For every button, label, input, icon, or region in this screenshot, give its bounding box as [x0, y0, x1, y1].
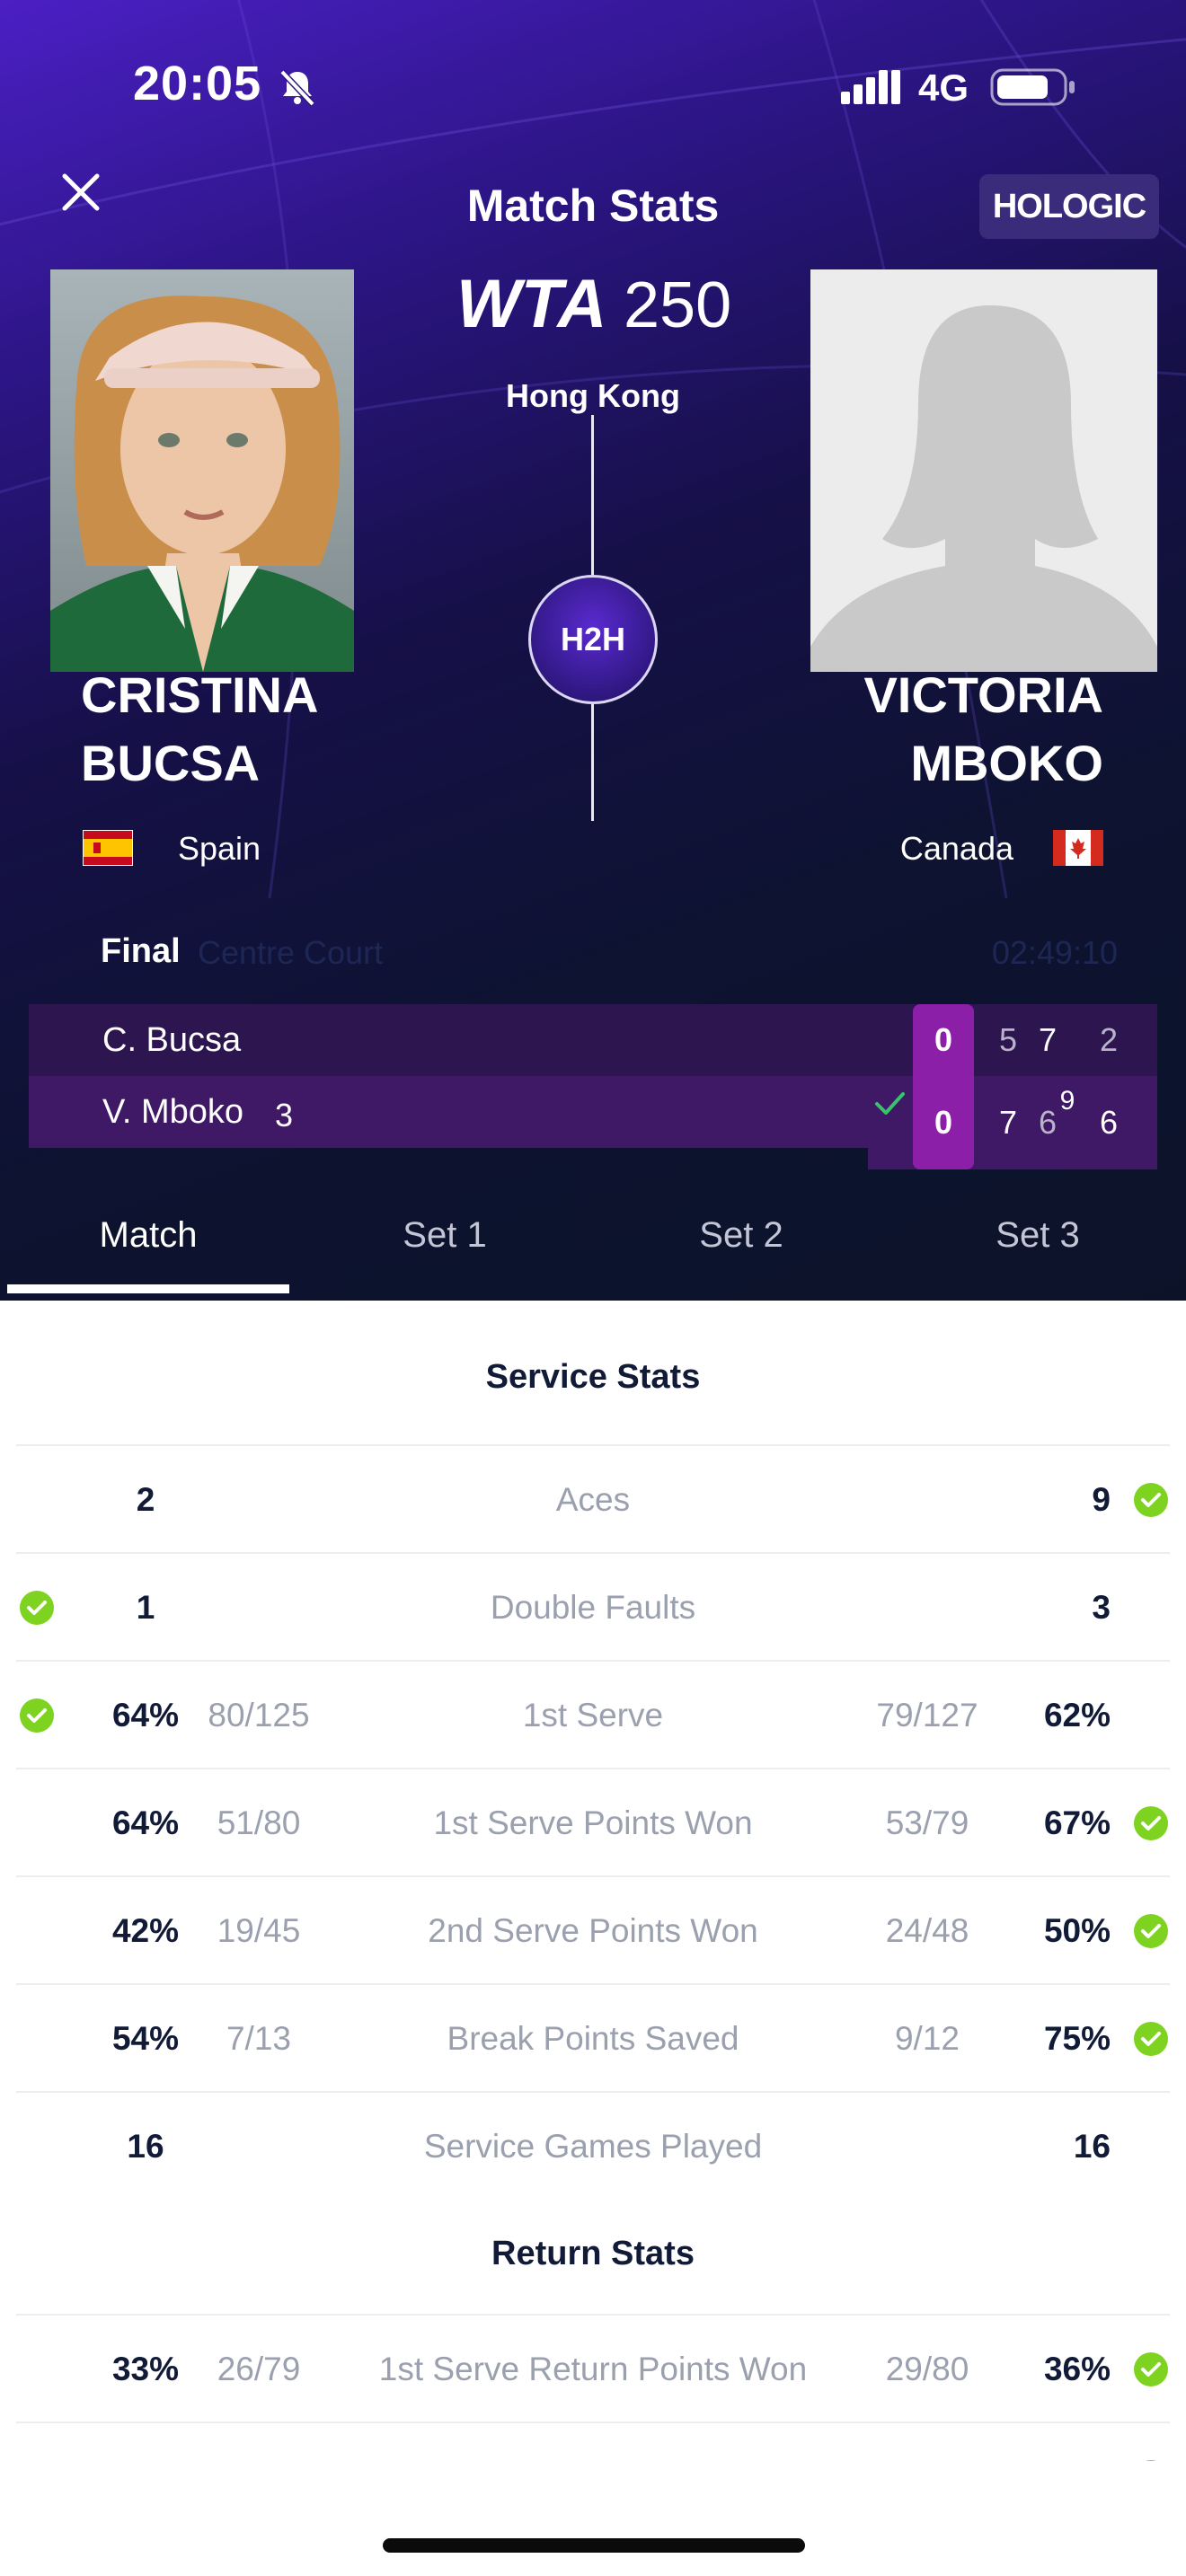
- game-score: 0: [934, 1021, 953, 1058]
- country-left: Spain: [178, 830, 261, 867]
- player-photo-right: [810, 269, 1157, 672]
- stat-row-service-games-played: 16 Service Games Played 16: [16, 2091, 1170, 2199]
- leader-check-icon: [1134, 1806, 1168, 1840]
- stat-label: 2nd Serve Points Won: [428, 1912, 758, 1949]
- stat-left-value: 2: [136, 1481, 155, 1518]
- stat-right-value: 9: [1092, 1481, 1111, 1518]
- stat-row-break-points-saved: 54% 7/13 Break Points Saved 9/12 75%: [16, 1983, 1170, 2091]
- leader-check-icon: [20, 1698, 54, 1733]
- home-indicator[interactable]: [383, 2538, 805, 2553]
- player-last-name: BUCSA: [81, 735, 261, 791]
- player-name-right: VICTORIA MBOKO: [863, 661, 1103, 798]
- stat-label: 1st Serve: [522, 1697, 664, 1734]
- stat-row-double-faults: 1 Double Faults 3: [16, 1552, 1170, 1660]
- stat-right-fraction: 53/79: [885, 1804, 969, 1841]
- stat-right-value: 75%: [1043, 2020, 1111, 2057]
- set-score: 6: [1099, 1104, 1119, 1141]
- return-stats-title: Return Stats: [491, 2235, 695, 2272]
- stat-right-value: 16: [1073, 2128, 1111, 2165]
- player-first-name: VICTORIA: [863, 666, 1103, 723]
- stat-left-value: 16: [127, 2128, 164, 2165]
- game-score: 0: [934, 1104, 953, 1141]
- player-first-name: CRISTINA: [81, 666, 319, 723]
- stat-label: Double Faults: [490, 1589, 696, 1626]
- stat-row-1st-serve: 64% 80/125 1st Serve 79/127 62%: [16, 1660, 1170, 1768]
- stat-right-value: 3: [1092, 1589, 1111, 1626]
- player-name-left: CRISTINA BUCSA: [81, 661, 318, 798]
- player-photo-left: [50, 269, 354, 672]
- stat-row-1st-serve-return-points-won: 33% 26/79 1st Serve Return Points Won 29…: [16, 2314, 1170, 2422]
- country-right: Canada: [899, 830, 1013, 867]
- active-tab-indicator: [7, 1284, 289, 1293]
- stat-left-value: 64%: [111, 1804, 180, 1841]
- stat-label: Aces: [555, 1481, 631, 1518]
- stat-right-value: 67%: [1043, 1804, 1111, 1841]
- court-name: Centre Court: [198, 934, 384, 971]
- stat-label: Break Points Saved: [447, 2020, 739, 2057]
- stat-left-value: 54%: [111, 2020, 180, 2057]
- stat-left-value: 1: [136, 1589, 155, 1626]
- match-status: Final: [101, 932, 181, 970]
- stat-left-value: 42%: [111, 1912, 180, 1949]
- canada-flag-icon: [1053, 830, 1103, 866]
- stat-right-fraction: 9/12: [894, 2020, 960, 2057]
- stat-row-1st-serve-points-won: 64% 51/80 1st Serve Points Won 53/79 67%: [16, 1768, 1170, 1875]
- leader-check-icon: [1134, 2352, 1168, 2386]
- winner-check-icon: [875, 1092, 905, 1115]
- tab-set-1[interactable]: Set 1: [296, 1195, 593, 1301]
- leader-check-icon: [1134, 2022, 1168, 2056]
- set-score: 7: [998, 1104, 1018, 1141]
- wta-tier-text: 250: [624, 269, 730, 340]
- wta-250-logo: WTA 250: [456, 266, 730, 340]
- stat-label: Service Games Played: [423, 2128, 763, 2165]
- status-bar: 20:05 4G: [0, 0, 1186, 171]
- stat-right-fraction: 79/127: [876, 1697, 978, 1734]
- set-score: 2: [1099, 1021, 1119, 1058]
- leader-check-icon: [1134, 1914, 1168, 1948]
- stat-label: 1st Serve Points Won: [433, 1804, 753, 1841]
- h2h-button[interactable]: H2H: [528, 575, 658, 704]
- service-stats-title: Service Stats: [485, 1358, 701, 1396]
- battery-icon: [990, 68, 1075, 106]
- stat-row-2nd-serve-points-won: 42% 19/45 2nd Serve Points Won 24/48 50%: [16, 1875, 1170, 1983]
- match-duration: 02:49:10: [991, 934, 1118, 971]
- clock: 20:05: [133, 57, 262, 110]
- leader-check-icon: [20, 1591, 54, 1625]
- spain-flag-icon: [83, 830, 133, 866]
- bottom-safe-area: [0, 2461, 1186, 2576]
- stat-label: 1st Serve Return Points Won: [378, 2351, 808, 2387]
- placeholder-silhouette-icon: [810, 269, 1157, 672]
- player-short-name: C. Bucsa: [102, 1021, 242, 1059]
- divider-line: [591, 704, 594, 821]
- stat-right-value: 50%: [1043, 1912, 1111, 1949]
- serve-count: 3: [275, 1097, 294, 1134]
- stat-left-value: 33%: [111, 2351, 180, 2387]
- player-photo-image: [50, 269, 354, 672]
- sponsor-logo[interactable]: HOLOGIC: [979, 174, 1159, 239]
- stat-left-value: 64%: [111, 1697, 180, 1734]
- bell-muted-icon: [279, 69, 315, 107]
- wta-logo-text: WTA: [456, 266, 606, 340]
- stat-right-value: 62%: [1043, 1697, 1111, 1734]
- tab-set-3[interactable]: Set 3: [890, 1195, 1186, 1301]
- tab-set-2[interactable]: Set 2: [593, 1195, 890, 1301]
- network-type: 4G: [918, 66, 969, 109]
- stat-row-aces: 2 Aces 9: [16, 1444, 1170, 1552]
- player-short-name: V. Mboko: [102, 1093, 244, 1131]
- player-last-name: MBOKO: [910, 735, 1103, 791]
- leader-check-icon: [1134, 1483, 1168, 1517]
- divider-line: [591, 415, 594, 575]
- stat-right-value: 36%: [1043, 2351, 1111, 2387]
- stat-right-fraction: 24/48: [885, 1912, 969, 1949]
- stat-right-fraction: 29/80: [885, 2351, 969, 2387]
- set-score: 5: [998, 1021, 1018, 1058]
- signal-icon: [841, 70, 900, 104]
- tiebreak-score: 9: [1059, 1086, 1075, 1116]
